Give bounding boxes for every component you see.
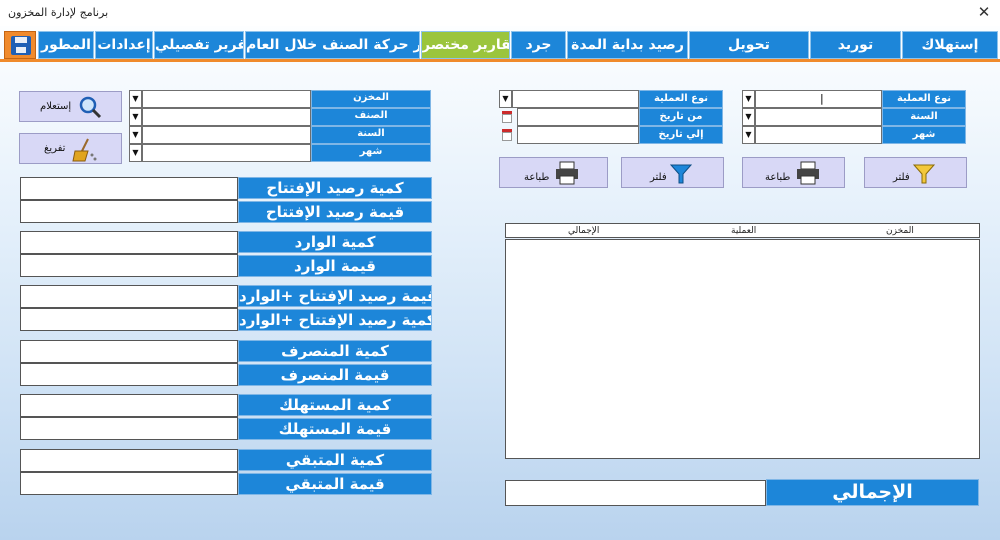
query-label: إستعلام (40, 101, 72, 112)
incoming-qty-field[interactable] (20, 231, 238, 254)
total-field[interactable] (505, 480, 766, 506)
opening-plus-incoming-value-field[interactable] (20, 285, 238, 308)
consumed-qty-field[interactable] (20, 394, 238, 417)
incoming-qty-label: كمية الوارد (238, 231, 432, 253)
tab-developer[interactable]: المطور (38, 31, 94, 59)
funnel-icon (669, 164, 693, 184)
tab-consumption[interactable]: إستهلاك (902, 31, 998, 59)
total-label: الإجمالي (766, 479, 979, 506)
save-icon[interactable] (4, 31, 36, 59)
opening-plus-incoming-value-label: قيمة رصيد الإفتتاح +الوارد (238, 285, 432, 307)
issued-qty-label: كمية المنصرف (238, 340, 432, 362)
clear-label: تفريغ (44, 143, 66, 154)
consumed-qty-label: كمية المستهلك (238, 394, 432, 416)
item-input[interactable] (142, 108, 311, 126)
tab-settings[interactable]: إعدادات (95, 31, 153, 59)
store-input[interactable] (142, 90, 311, 108)
op-type-input[interactable]: | (755, 90, 882, 108)
mid-print-button[interactable]: طباعة (499, 157, 608, 188)
from-date-label: من تاريخ (639, 108, 723, 126)
chevron-down-icon[interactable]: ▼ (129, 90, 142, 108)
print-label: طباعة (765, 172, 791, 183)
opening-plus-incoming-qty-field[interactable] (20, 308, 238, 331)
from-date-input[interactable] (517, 108, 639, 126)
to-date-label: إلي تاريخ (639, 126, 723, 144)
column-header-total: الإجمالي (568, 226, 600, 236)
chevron-down-icon[interactable]: ▼ (129, 144, 142, 162)
incoming-value-label: قيمة الوارد (238, 255, 432, 277)
month-label: شهر (882, 126, 966, 144)
orange-divider (0, 59, 1000, 62)
filter-button[interactable]: فلتر (864, 157, 967, 188)
chevron-down-icon[interactable]: ▼ (129, 108, 142, 126)
tab-inventory[interactable]: جرد (511, 31, 566, 59)
left-month-input[interactable] (142, 144, 311, 162)
calendar-icon[interactable] (500, 109, 514, 125)
mid-print-label: طباعة (524, 172, 550, 183)
title-bar: برنامج لإدارة المخزون ✕ (0, 0, 1000, 26)
broom-icon (72, 138, 97, 162)
year-label: السنة (882, 108, 966, 126)
item-label: الصنف (311, 108, 431, 126)
printer-icon (556, 161, 578, 185)
tab-detailed-report[interactable]: تقرير تفصيلي (154, 31, 244, 59)
column-header-operation: العملية (731, 226, 757, 236)
opening-plus-incoming-qty-label: كمية رصيد الإفتتاح +الوارد (238, 309, 432, 331)
print-button[interactable]: طباعة (742, 157, 845, 188)
tab-brief-reports[interactable]: تقارير مختصر (421, 31, 510, 59)
chevron-down-icon[interactable]: ▼ (499, 90, 512, 108)
tab-opening-balance[interactable]: رصيد بداية المدة (567, 31, 688, 59)
clear-button[interactable]: تفريغ (19, 133, 122, 164)
chevron-down-icon[interactable]: ▼ (742, 108, 755, 126)
chevron-down-icon[interactable]: ▼ (742, 126, 755, 144)
tab-item-movement-report[interactable]: تقرير حركة الصنف خلال العام (245, 31, 420, 59)
consumed-value-field[interactable] (20, 417, 238, 440)
remaining-value-label: قيمة المتبقي (238, 473, 432, 495)
to-date-input[interactable] (517, 126, 639, 144)
mid-filter-button[interactable]: فلتر (621, 157, 724, 188)
search-icon (79, 96, 102, 119)
year-input[interactable] (755, 108, 882, 126)
incoming-value-field[interactable] (20, 254, 238, 277)
issued-qty-field[interactable] (20, 340, 238, 363)
window-title: برنامج لإدارة المخزون (8, 6, 109, 19)
close-icon[interactable]: ✕ (974, 2, 994, 22)
list-header: المخزن العملية الإجمالي (505, 223, 980, 238)
left-month-label: شهر (311, 144, 431, 162)
opening-value-field[interactable] (20, 200, 238, 223)
calendar-icon[interactable] (500, 127, 514, 143)
remaining-qty-field[interactable] (20, 449, 238, 472)
consumed-value-label: قيمة المستهلك (238, 418, 432, 440)
left-year-label: السنة (311, 126, 431, 144)
opening-value-label: قيمة رصيد الإفتتاح (238, 201, 432, 223)
opening-qty-label: كمية رصيد الإفتتاح (238, 177, 432, 199)
remaining-value-field[interactable] (20, 472, 238, 495)
results-list[interactable] (505, 239, 980, 459)
store-label: المخزن (311, 90, 431, 108)
opening-qty-field[interactable] (20, 177, 238, 200)
mid-op-type-label: نوع العملية (639, 90, 723, 108)
issued-value-field[interactable] (20, 363, 238, 386)
chevron-down-icon[interactable]: ▼ (742, 90, 755, 108)
chevron-down-icon[interactable]: ▼ (129, 126, 142, 144)
tab-supply[interactable]: توريد (810, 31, 901, 59)
remaining-qty-label: كمية المتبقي (238, 449, 432, 471)
printer-icon (797, 161, 819, 185)
month-input[interactable] (755, 126, 882, 144)
query-button[interactable]: إستعلام (19, 91, 122, 122)
mid-filter-label: فلتر (650, 172, 667, 183)
column-header-store: المخزن (886, 226, 914, 236)
filter-label: فلتر (893, 172, 910, 183)
mid-op-type-input[interactable] (512, 90, 639, 108)
op-type-label: نوع العملية (882, 90, 966, 108)
tab-transfer[interactable]: تحويل (689, 31, 809, 59)
issued-value-label: قيمة المنصرف (238, 364, 432, 386)
left-year-input[interactable] (142, 126, 311, 144)
funnel-icon (912, 164, 936, 184)
